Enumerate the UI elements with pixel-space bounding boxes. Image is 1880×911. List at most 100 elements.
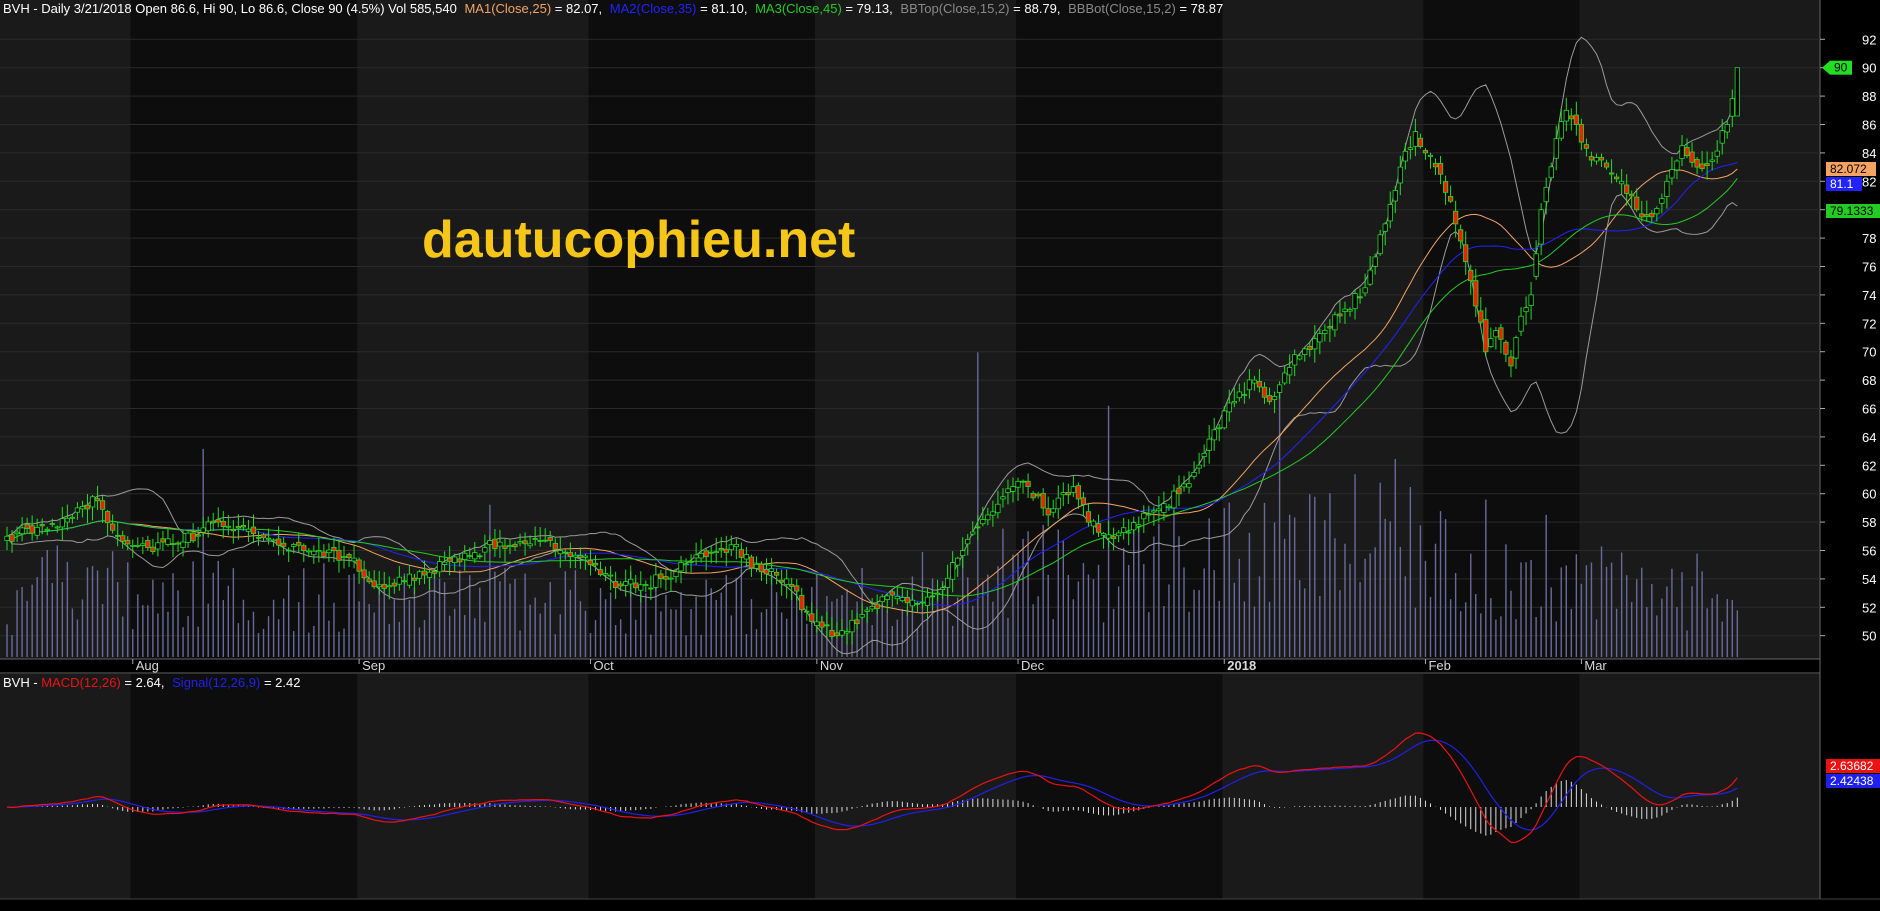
price-tick-label: 54 [1862,572,1876,587]
candle-up [1221,410,1227,429]
candle-up [1714,150,1720,157]
header-ma3-value: = 79.13, [845,1,892,16]
header-prefix: BVH - Daily 3/21/2018 Open 86.6, Hi 90, … [3,1,457,16]
candle-up [482,547,488,553]
header-ma1-label: MA1(Close,25) [464,1,551,16]
candle-down [1458,229,1464,242]
candle-up [452,556,458,563]
candle-down [1573,114,1579,125]
price-tick-label: 64 [1862,430,1876,445]
candle-up [1292,354,1298,366]
candle-down [633,582,639,589]
candle-down [1307,345,1313,350]
candle-up [1659,198,1665,204]
candle-up [34,527,40,536]
candle-up [1251,379,1258,384]
header-ma1-value: = 82.07, [555,1,602,16]
month-label: Feb [1428,658,1450,673]
candle-up [270,539,277,542]
stock-chart-svg[interactable]: 5052545658606264666870727476788082848688… [0,0,1880,911]
candle-up [517,541,523,544]
candle-up [698,552,704,559]
candle-down [94,498,101,502]
candle-down [1030,493,1036,499]
candle-down [1684,147,1690,156]
candle-up [487,540,493,545]
month-label: Dec [1021,658,1045,673]
candle-down [1080,497,1087,505]
candle-down [1065,491,1071,496]
macd-month-band [357,674,589,899]
candle-up [1387,204,1393,222]
candle-down [1020,480,1026,483]
candle-up [1236,391,1242,399]
candle-down [1583,144,1590,149]
candle-up [1427,154,1434,157]
candle-up [467,555,473,558]
candle-up [668,577,674,580]
month-label: Aug [136,658,159,673]
price-tick-label: 70 [1862,345,1876,360]
candle-up [1231,400,1237,404]
candle-down [1614,176,1620,180]
candle-up [1729,98,1735,117]
candle-up [985,514,991,521]
candle-down [809,613,815,622]
candle-up [693,554,699,559]
candle-up [814,621,820,626]
candle-down [1442,181,1449,193]
candle-up [1282,372,1288,384]
price-tick-label: 52 [1862,600,1876,615]
candle-up [1382,223,1388,232]
macd-month-band [1016,674,1223,899]
candle-down [235,526,241,529]
candle-up [1121,527,1127,533]
candle-up [1206,438,1212,451]
month-label: Oct [593,658,614,673]
header-ma3-label: MA3(Close,45) [755,1,842,16]
macd-month-band [0,674,131,899]
candle-up [733,543,739,548]
candle-down [703,550,709,558]
candle-down [552,542,558,550]
candle-down [1261,386,1268,398]
candle-up [1171,490,1177,509]
candle-up [527,543,533,547]
candle-up [1060,492,1066,496]
candle-up [980,519,986,525]
candle-down [1035,493,1041,497]
price-tick-label: 92 [1862,32,1876,47]
candle-up [839,630,845,636]
candle-up [1191,471,1197,477]
candle-up [673,571,679,578]
candle-up [1734,67,1740,117]
candle-down [789,584,795,587]
macd-header-label: MACD(12,26) [41,675,120,690]
candle-up [1563,109,1569,122]
price-month-band [1016,0,1223,659]
candle-up [1362,287,1368,294]
candle-up [462,552,468,560]
candle-up [713,551,719,554]
price-tick-label: 82 [1862,174,1876,189]
candle-down [421,570,428,576]
header-ma2-value: = 81.10, [700,1,747,16]
candle-up [140,543,146,546]
candle-down [250,526,257,534]
candle-up [1196,464,1202,469]
candle-up [165,538,171,545]
price-month-band [130,0,358,659]
candle-down [336,549,342,561]
price-tick-label: 86 [1862,118,1876,133]
candle-down [567,552,573,557]
chart-root: 5052545658606264666870727476788082848688… [0,0,1880,911]
macd-header: BVH - MACD(12,26) = 2.64, Signal(12,26,9… [3,675,300,690]
candle-up [1271,396,1278,400]
candle-up [1136,524,1142,527]
candle-up [497,541,503,547]
candle-up [1533,253,1539,277]
candle-up [1392,189,1398,202]
candle-down [356,559,362,572]
candle-down [1453,210,1459,225]
candle-down [125,539,131,545]
